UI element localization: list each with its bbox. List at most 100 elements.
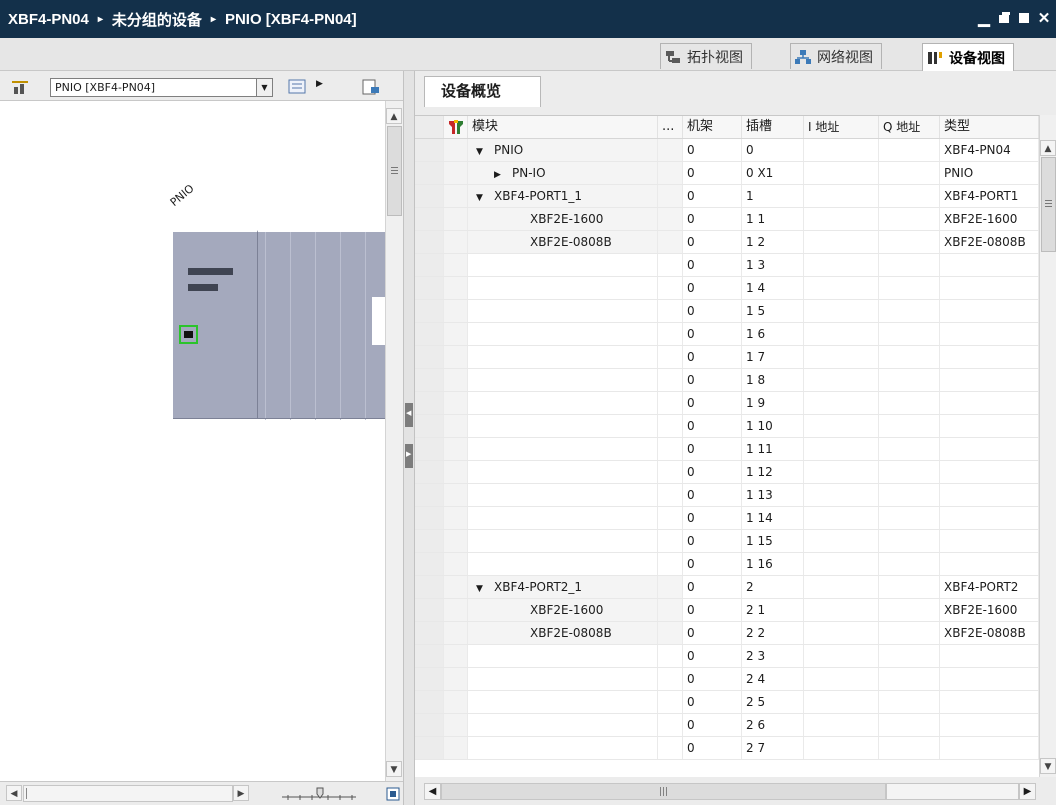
cell-module[interactable] <box>468 392 658 414</box>
cell-slot[interactable]: 1 16 <box>742 553 804 575</box>
maximize-icon[interactable] <box>1016 9 1032 27</box>
cell-i-address[interactable] <box>804 576 879 598</box>
scroll-thumb[interactable] <box>387 126 402 216</box>
cell-module[interactable] <box>468 415 658 437</box>
breadcrumb-project[interactable]: XBF4-PN04 <box>8 11 89 28</box>
column-header-q-address[interactable]: Q 地址 <box>879 116 940 138</box>
cell-i-address[interactable] <box>804 162 879 184</box>
cell-type[interactable] <box>940 530 1039 552</box>
cell-rack[interactable]: 0 <box>683 622 742 644</box>
cell-slot[interactable]: 1 12 <box>742 461 804 483</box>
cell-type[interactable]: XBF4-PN04 <box>940 139 1039 161</box>
row-selector[interactable] <box>415 231 444 253</box>
cell-module[interactable]: ▼ XBF4-PORT2_1 <box>468 576 658 598</box>
cell-slot[interactable]: 1 15 <box>742 530 804 552</box>
cell-slot[interactable]: 2 4 <box>742 668 804 690</box>
cell-module[interactable] <box>468 484 658 506</box>
expand-arrow-icon[interactable]: ▶ <box>316 79 334 95</box>
add-device-icon[interactable] <box>12 79 30 95</box>
cell-q-address[interactable] <box>879 507 940 529</box>
row-selector[interactable] <box>415 530 444 552</box>
scroll-up-icon[interactable]: ▲ <box>386 108 402 124</box>
cell-rack[interactable]: 0 <box>683 461 742 483</box>
table-row[interactable]: XBF2E-1600 0 2 1 XBF2E-1600 <box>415 599 1039 622</box>
cell-i-address[interactable] <box>804 438 879 460</box>
scroll-right-icon[interactable]: ▶ <box>1019 783 1036 800</box>
interface-module[interactable] <box>173 230 258 418</box>
column-header-i-address[interactable]: I 地址 <box>804 116 879 138</box>
row-selector[interactable] <box>415 645 444 667</box>
cell-module[interactable] <box>468 438 658 460</box>
chevron-down-icon[interactable]: ▼ <box>256 79 272 96</box>
cell-slot[interactable]: 0 X1 <box>742 162 804 184</box>
table-row[interactable]: 01 9 <box>415 392 1039 415</box>
column-header-type[interactable]: 类型 <box>940 116 1039 138</box>
cell-module[interactable]: ▶ PN-IO <box>468 162 658 184</box>
cell-type[interactable]: XBF2E-1600 <box>940 208 1039 230</box>
cell-q-address[interactable] <box>879 139 940 161</box>
cell-module[interactable] <box>468 346 658 368</box>
cell-rack[interactable]: 0 <box>683 737 742 759</box>
cell-rack[interactable]: 0 <box>683 645 742 667</box>
cell-slot[interactable]: 1 3 <box>742 254 804 276</box>
cell-q-address[interactable] <box>879 576 940 598</box>
scroll-right-icon[interactable]: ▶ <box>233 785 249 801</box>
cell-q-address[interactable] <box>879 691 940 713</box>
collapse-left-icon[interactable]: ◀ <box>405 403 413 427</box>
cell-q-address[interactable] <box>879 346 940 368</box>
cell-i-address[interactable] <box>804 530 879 552</box>
float-icon[interactable] <box>996 9 1012 27</box>
cell-module[interactable]: ▼ XBF4-PORT1_1 <box>468 185 658 207</box>
cell-i-address[interactable] <box>804 208 879 230</box>
cell-type[interactable] <box>940 392 1039 414</box>
row-selector[interactable] <box>415 323 444 345</box>
cell-module[interactable] <box>468 323 658 345</box>
cell-i-address[interactable] <box>804 346 879 368</box>
cell-type[interactable] <box>940 484 1039 506</box>
cell-slot[interactable]: 0 <box>742 139 804 161</box>
cell-q-address[interactable] <box>879 737 940 759</box>
cell-q-address[interactable] <box>879 461 940 483</box>
cell-slot[interactable]: 1 10 <box>742 415 804 437</box>
canvas-horizontal-scrollbar[interactable] <box>23 785 233 802</box>
row-selector[interactable] <box>415 622 444 644</box>
close-icon[interactable]: ✕ <box>1036 9 1052 27</box>
cell-rack[interactable]: 0 <box>683 392 742 414</box>
cell-rack[interactable]: 0 <box>683 576 742 598</box>
row-selector[interactable] <box>415 668 444 690</box>
table-row[interactable]: ▼ XBF4-PORT2_1 0 2 XBF4-PORT2 <box>415 576 1039 599</box>
cell-type[interactable] <box>940 691 1039 713</box>
tab-network-view[interactable]: 网络视图 <box>790 43 882 69</box>
row-selector[interactable] <box>415 576 444 598</box>
cell-rack[interactable]: 0 <box>683 208 742 230</box>
cell-module[interactable] <box>468 507 658 529</box>
cell-type[interactable] <box>940 415 1039 437</box>
cell-type[interactable] <box>940 369 1039 391</box>
cell-type[interactable] <box>940 323 1039 345</box>
tab-topology-view[interactable]: 拓扑视图 <box>660 43 752 69</box>
column-header-module[interactable]: 模块 <box>468 116 658 138</box>
scroll-left-icon[interactable]: ◀ <box>424 783 441 800</box>
cell-q-address[interactable] <box>879 599 940 621</box>
scroll-down-icon[interactable]: ▼ <box>386 761 402 777</box>
cell-q-address[interactable] <box>879 231 940 253</box>
expand-toggle-icon[interactable]: ▼ <box>476 187 486 207</box>
cell-type[interactable] <box>940 254 1039 276</box>
cell-slot[interactable]: 2 6 <box>742 714 804 736</box>
scroll-thumb[interactable] <box>26 788 38 799</box>
table-vertical-scrollbar[interactable]: ▲ ▼ <box>1039 115 1056 777</box>
table-row[interactable]: 01 8 <box>415 369 1039 392</box>
table-row[interactable]: XBF2E-1600 0 1 1 XBF2E-1600 <box>415 208 1039 231</box>
cell-i-address[interactable] <box>804 484 879 506</box>
cell-i-address[interactable] <box>804 737 879 759</box>
row-selector[interactable] <box>415 553 444 575</box>
table-row[interactable]: 01 4 <box>415 277 1039 300</box>
cell-type[interactable] <box>940 553 1039 575</box>
cell-rack[interactable]: 0 <box>683 346 742 368</box>
cell-q-address[interactable] <box>879 530 940 552</box>
cell-rack[interactable]: 0 <box>683 599 742 621</box>
scroll-up-icon[interactable]: ▲ <box>1040 140 1056 156</box>
cell-module[interactable] <box>468 691 658 713</box>
cell-rack[interactable]: 0 <box>683 415 742 437</box>
cell-rack[interactable]: 0 <box>683 369 742 391</box>
